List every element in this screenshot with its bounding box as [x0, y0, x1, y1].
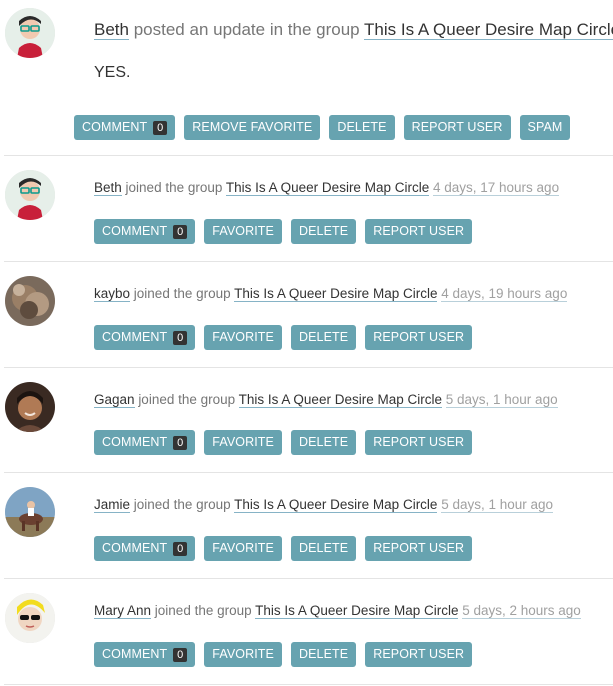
timestamp-link[interactable]: 5 days, 1 hour ago [445, 392, 558, 408]
comment-count: 0 [173, 541, 188, 556]
activity-actions: COMMENT 0 FAVORITE DELETE REPORT USER [94, 430, 473, 455]
comment-button[interactable]: COMMENT 0 [94, 219, 196, 244]
avatar[interactable] [5, 382, 55, 432]
activity-header: Gagan joined the group This Is A Queer D… [94, 391, 558, 409]
activity-action-text: posted an update in the group [133, 20, 360, 39]
comment-label: COMMENT [102, 541, 168, 555]
comment-button[interactable]: COMMENT 0 [94, 642, 196, 667]
report-user-button[interactable]: REPORT USER [365, 642, 473, 667]
favorite-button[interactable]: FAVORITE [204, 642, 282, 667]
group-link[interactable]: This Is A Queer Desire Map Circle [255, 603, 459, 619]
comment-count: 0 [173, 224, 188, 239]
group-link[interactable]: This Is A Queer Desire Map Circle [225, 180, 430, 196]
group-link[interactable]: This Is A Queer Desire Map Circle [238, 392, 442, 408]
group-link[interactable]: This Is A Queer Desire Map Circle [234, 497, 438, 513]
activity-actions: COMMENT 0 FAVORITE DELETE REPORT USER [94, 536, 473, 561]
divider [4, 578, 613, 579]
user-link[interactable]: Gagan [94, 392, 135, 408]
remove-favorite-button[interactable]: REMOVE FAVORITE [184, 115, 321, 140]
favorite-button[interactable]: FAVORITE [204, 219, 282, 244]
activity-actions: COMMENT 0 FAVORITE DELETE REPORT USER [94, 325, 473, 350]
user-link[interactable]: Beth [94, 180, 122, 196]
comment-count: 0 [173, 647, 188, 662]
timestamp-link[interactable]: 5 days, 1 hour ago [441, 497, 554, 513]
activity-header: Jamie joined the group This Is A Queer D… [94, 496, 554, 514]
report-user-button[interactable]: REPORT USER [403, 115, 511, 140]
comment-count: 0 [173, 330, 188, 345]
avatar-jamie-image [5, 487, 55, 537]
comment-button[interactable]: COMMENT 0 [94, 325, 196, 350]
activity-action-text: joined the group [125, 180, 223, 195]
comment-button[interactable]: COMMENT 0 [74, 115, 176, 140]
report-user-button[interactable]: REPORT USER [365, 325, 473, 350]
avatar[interactable] [5, 276, 55, 326]
comment-label: COMMENT [82, 120, 148, 134]
activity-action-text: joined the group [133, 286, 231, 301]
activity-action-text: joined the group [138, 392, 236, 407]
activity-header: kaybo joined the group This Is A Queer D… [94, 285, 568, 303]
delete-button[interactable]: DELETE [290, 642, 357, 667]
comment-count: 0 [173, 435, 188, 450]
activity-actions: COMMENT 0 REMOVE FAVORITE DELETE REPORT … [74, 115, 571, 140]
spam-button[interactable]: SPAM [519, 115, 571, 140]
avatar-beth-image [5, 8, 55, 58]
comment-button[interactable]: COMMENT 0 [94, 536, 196, 561]
user-link[interactable]: Mary Ann [94, 603, 152, 619]
timestamp-link[interactable]: 5 days, 2 hours ago [462, 603, 581, 619]
favorite-button[interactable]: FAVORITE [204, 430, 282, 455]
comment-label: COMMENT [102, 330, 168, 344]
comment-count: 0 [153, 120, 168, 135]
comment-label: COMMENT [102, 224, 168, 238]
divider [4, 261, 613, 262]
report-user-button[interactable]: REPORT USER [365, 430, 473, 455]
user-link[interactable]: Jamie [94, 497, 131, 513]
avatar[interactable] [5, 8, 55, 58]
avatar[interactable] [5, 487, 55, 537]
delete-button[interactable]: DELETE [290, 430, 357, 455]
favorite-button[interactable]: FAVORITE [204, 325, 282, 350]
group-link[interactable]: This Is A Queer Desire Map Circle [234, 286, 438, 302]
report-user-button[interactable]: REPORT USER [365, 536, 473, 561]
activity-action-text: joined the group [133, 497, 231, 512]
group-link[interactable]: This Is A Queer Desire Map Circle [364, 20, 613, 40]
delete-button[interactable]: DELETE [290, 325, 357, 350]
delete-button[interactable]: DELETE [290, 219, 357, 244]
comment-label: COMMENT [102, 435, 168, 449]
avatar-beth-image [5, 170, 55, 220]
activity-header: Beth posted an update in the group This … [94, 19, 613, 41]
activity-header: Beth joined the group This Is A Queer De… [94, 179, 560, 197]
timestamp-link[interactable]: 4 days, 17 hours ago [432, 180, 560, 196]
favorite-button[interactable]: FAVORITE [204, 536, 282, 561]
activity-actions: COMMENT 0 FAVORITE DELETE REPORT USER [94, 219, 473, 244]
activity-actions: COMMENT 0 FAVORITE DELETE REPORT USER [94, 642, 473, 667]
avatar-gagan-image [5, 382, 55, 432]
divider [4, 472, 613, 473]
comment-button[interactable]: COMMENT 0 [94, 430, 196, 455]
divider [4, 684, 613, 685]
activity-content: YES. [94, 64, 131, 81]
avatar[interactable] [5, 170, 55, 220]
divider [4, 155, 613, 156]
timestamp-link[interactable]: 4 days, 19 hours ago [441, 286, 568, 302]
avatar-kaybo-image [5, 276, 55, 326]
avatar[interactable] [5, 593, 55, 643]
divider [4, 367, 613, 368]
comment-label: COMMENT [102, 647, 168, 661]
user-link[interactable]: Beth [94, 20, 129, 40]
user-link[interactable]: kaybo [94, 286, 131, 302]
activity-header: Mary Ann joined the group This Is A Quee… [94, 602, 581, 620]
report-user-button[interactable]: REPORT USER [365, 219, 473, 244]
activity-action-text: joined the group [154, 603, 252, 618]
avatar-maryann-image [5, 593, 55, 643]
delete-button[interactable]: DELETE [329, 115, 395, 140]
delete-button[interactable]: DELETE [290, 536, 357, 561]
